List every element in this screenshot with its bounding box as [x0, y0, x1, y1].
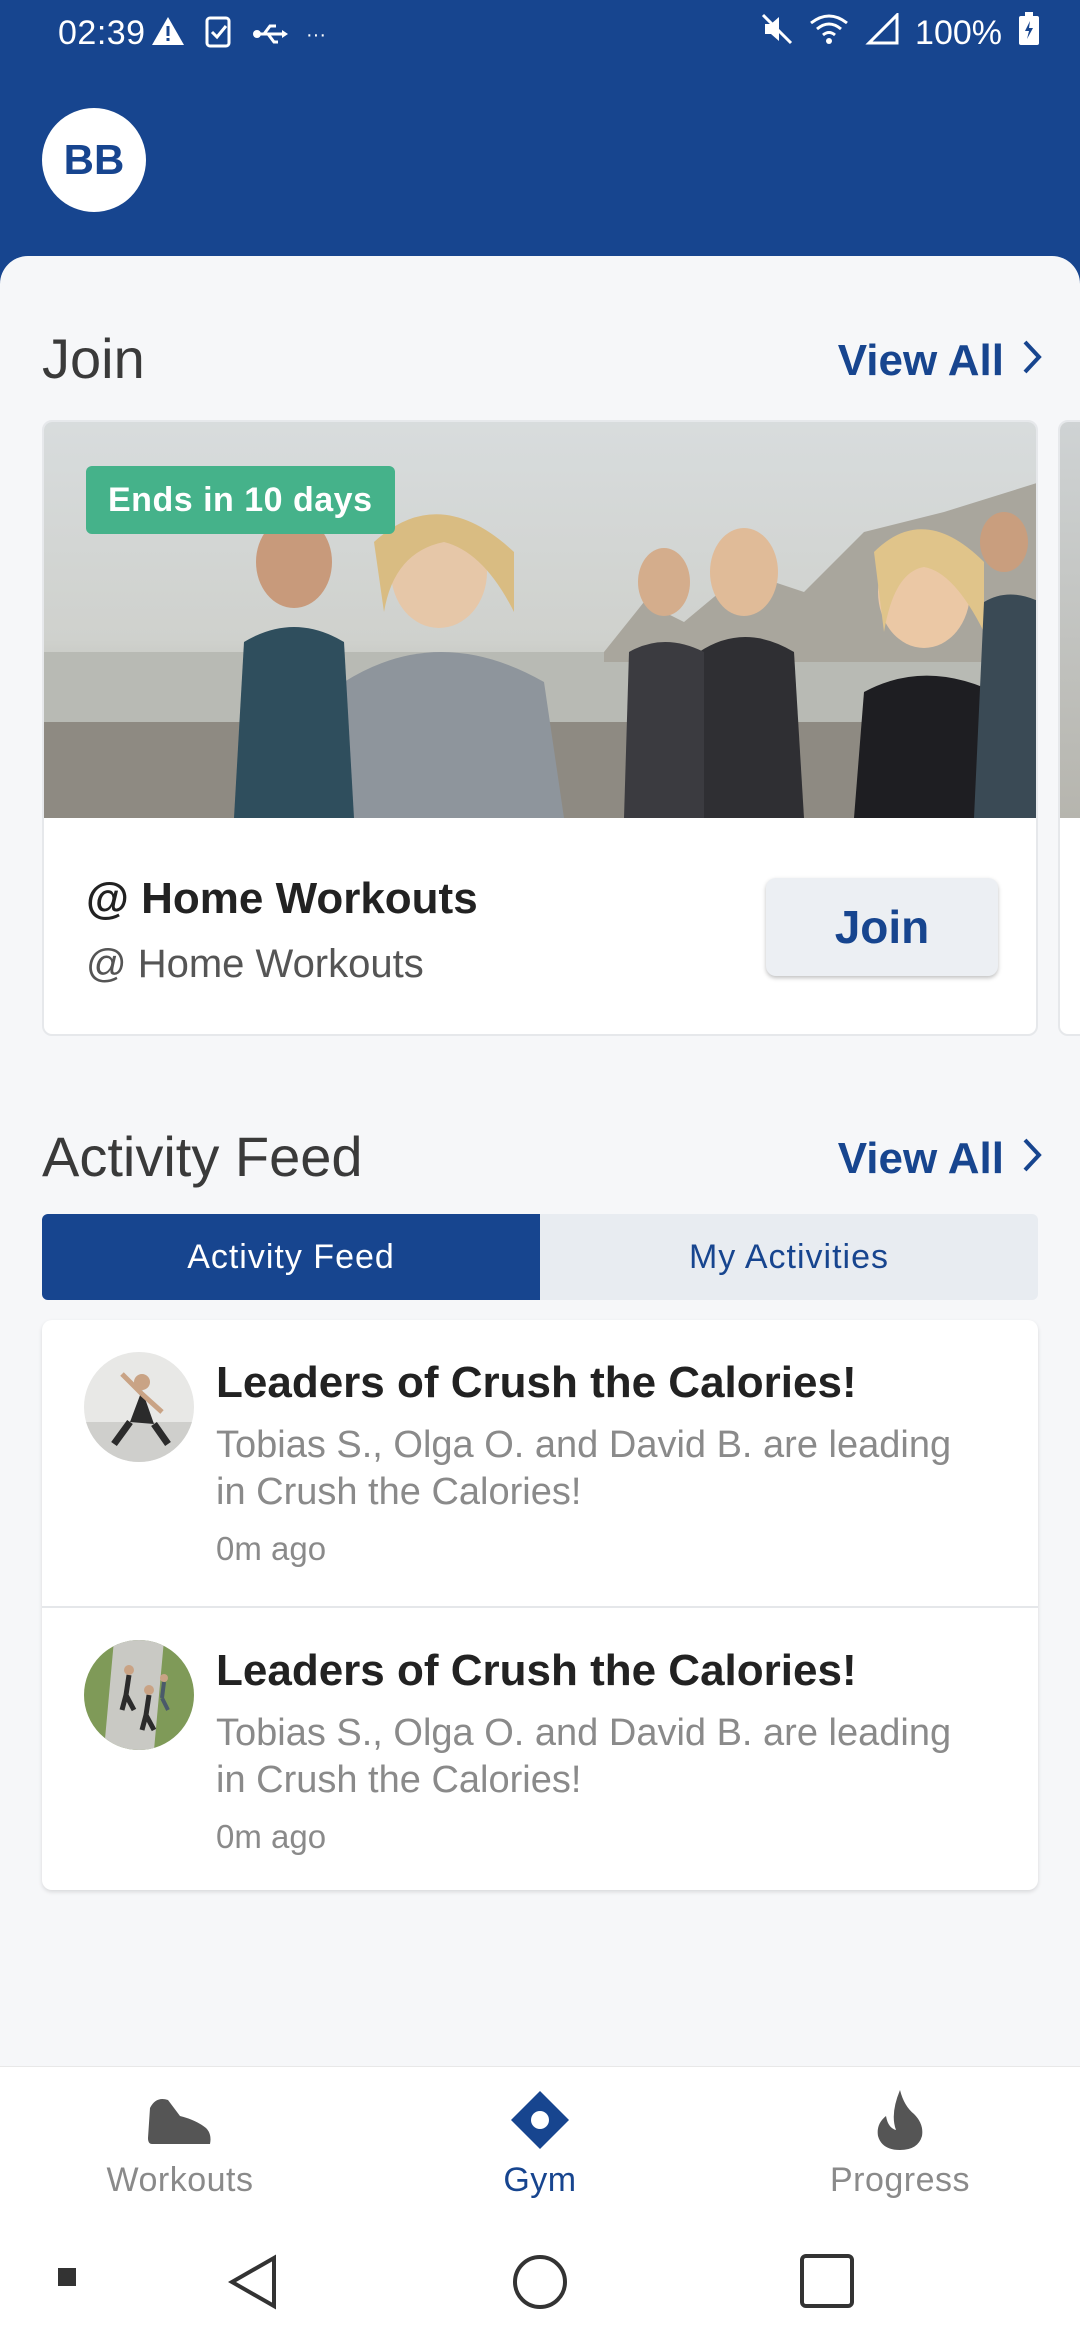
activity-title: Leaders of Crush the Calories!: [216, 1646, 857, 1695]
challenge-title: @ Home Workouts: [86, 874, 478, 923]
join-button[interactable]: Join: [766, 878, 998, 976]
nav-gym[interactable]: Gym: [360, 2067, 720, 2226]
usb-icon: [252, 16, 288, 55]
activity-section-title: Activity Feed: [42, 1125, 363, 1188]
status-bar: 02:39 ··· 100%: [0, 0, 1080, 66]
system-nav-bar: [0, 2226, 1080, 2340]
flame-icon: [865, 2087, 935, 2153]
mute-icon: [761, 13, 793, 54]
chevron-right-icon: [1022, 336, 1042, 386]
wifi-icon: [809, 13, 849, 54]
join-view-all-link[interactable]: View All: [838, 336, 1042, 386]
clipboard-check-icon: [204, 14, 234, 57]
more-dots-icon: ···: [306, 24, 326, 46]
home-icon[interactable]: [512, 2254, 568, 2315]
nav-label: Progress: [829, 2161, 971, 2199]
status-time: 02:39: [58, 14, 146, 52]
back-icon[interactable]: [227, 2254, 278, 2315]
join-section-title: Join: [42, 327, 145, 390]
nav-workouts[interactable]: Workouts: [0, 2067, 360, 2226]
warning-icon: [150, 15, 186, 56]
ends-in-badge: Ends in 10 days: [86, 466, 395, 534]
challenge-hero-image: Ends in 10 days: [44, 422, 1036, 818]
next-challenge-image: [1060, 422, 1080, 818]
chevron-right-icon: [1022, 1134, 1042, 1184]
tab-my-activities[interactable]: My Activities: [540, 1214, 1038, 1300]
list-item[interactable]: Leaders of Crush the Calories! Tobias S.…: [42, 1606, 1038, 1892]
tab-activity-feed[interactable]: Activity Feed: [42, 1214, 540, 1300]
nav-label: Gym: [503, 2161, 577, 2199]
activity-time: 0m ago: [216, 1530, 327, 1567]
nav-progress[interactable]: Progress: [720, 2067, 1080, 2226]
activity-tabs: Activity Feed My Activities: [42, 1214, 1038, 1300]
challenge-subtitle: @ Home Workouts: [86, 942, 424, 986]
status-left-icons: ···: [150, 14, 326, 57]
nav-label: Workouts: [106, 2161, 254, 2199]
view-all-label: View All: [837, 336, 1004, 385]
square-dot-icon: [58, 2268, 76, 2291]
battery-icon: [1018, 12, 1040, 55]
status-right-icons: 100%: [761, 11, 1040, 55]
activity-text: Tobias S., Olga O. and David B. are lead…: [216, 1712, 952, 1801]
activity-time: 0m ago: [216, 1818, 327, 1855]
activity-view-all-link[interactable]: View All: [838, 1134, 1042, 1184]
avatar[interactable]: BB: [42, 108, 146, 212]
activity-thumbnail: [84, 1640, 194, 1750]
activity-thumbnail: [84, 1352, 194, 1462]
activity-text: Tobias S., Olga O. and David B. are lead…: [216, 1424, 952, 1513]
app-header: 02:39 ··· 100% BB: [0, 0, 1080, 290]
activity-title: Leaders of Crush the Calories!: [216, 1358, 857, 1407]
gym-diamond-icon: [505, 2087, 575, 2153]
list-item[interactable]: Leaders of Crush the Calories! Tobias S.…: [42, 1320, 1038, 1606]
signal-icon: [865, 11, 899, 54]
challenge-card[interactable]: Ends in 10 days @ Home Workouts @ Home W…: [42, 420, 1038, 1036]
view-all-label: View All: [837, 1134, 1004, 1183]
battery-percent: 100%: [915, 14, 1002, 52]
bottom-nav: Workouts Gym Progress: [0, 2066, 1080, 2226]
recents-icon[interactable]: [800, 2254, 854, 2313]
shoe-icon: [145, 2087, 215, 2153]
activity-feed-list: Leaders of Crush the Calories! Tobias S.…: [42, 1320, 1038, 1890]
next-challenge-card[interactable]: [1058, 420, 1080, 1036]
